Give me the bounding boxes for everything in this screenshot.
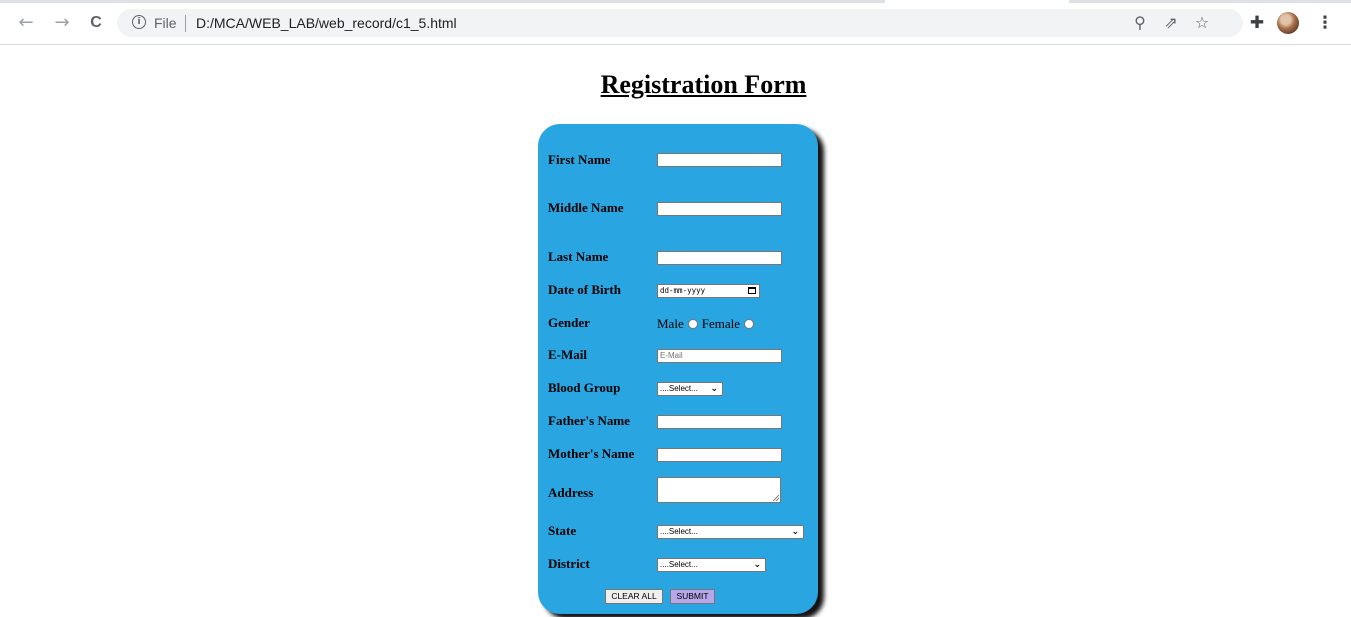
dob-placeholder: dd-mm-yyyy	[660, 286, 706, 295]
district-value: ....Select...	[660, 560, 698, 569]
calendar-icon[interactable]	[748, 287, 756, 294]
first-name-label: First Name	[548, 152, 611, 167]
middle-name-field[interactable]	[657, 202, 782, 216]
gender-label: Gender	[548, 315, 590, 330]
forward-arrow-icon[interactable]: →	[52, 13, 72, 33]
resize-grip-icon[interactable]	[773, 495, 779, 501]
url-text[interactable]: D:/MCA/WEB_LAB/web_record/c1_5.html	[196, 15, 457, 31]
email-placeholder: E-Mail	[660, 351, 683, 360]
blood-group-select[interactable]: ....Select... ⌄	[657, 382, 723, 396]
gender-male-label: Male	[657, 316, 684, 331]
district-select[interactable]: ....Select... ⌄	[657, 558, 766, 572]
page-title: Registration Form	[600, 70, 807, 99]
registration-form: First Name Middle Name Last Name Date of…	[538, 124, 818, 614]
submit-button[interactable]: SUBMIT	[670, 589, 715, 604]
state-label: State	[548, 523, 577, 538]
bookmark-star-icon[interactable]: ☆	[1192, 13, 1212, 33]
state-select[interactable]: ....Select... ⌄	[657, 525, 804, 539]
dob-field[interactable]: dd-mm-yyyy	[657, 284, 760, 298]
father-name-label: Father's Name	[548, 413, 630, 428]
profile-avatar[interactable]	[1277, 12, 1299, 34]
last-name-field[interactable]	[657, 251, 782, 265]
extensions-puzzle-icon[interactable]: ✚	[1246, 12, 1268, 34]
gender-female-radio[interactable]	[743, 319, 754, 330]
gender-options: Male Female	[657, 317, 758, 331]
gender-female-label: Female	[701, 316, 740, 331]
chevron-down-icon: ⌄	[710, 384, 718, 394]
clear-all-button[interactable]: CLEAR ALL	[605, 589, 663, 604]
district-label: District	[548, 556, 590, 571]
last-name-label: Last Name	[548, 249, 609, 264]
zoom-icon[interactable]: ⚲	[1130, 13, 1150, 33]
blood-group-value: ....Select...	[660, 384, 698, 393]
blood-group-label: Blood Group	[548, 380, 621, 395]
reload-icon[interactable]: C	[86, 13, 106, 33]
first-name-field[interactable]	[657, 153, 782, 167]
dob-label: Date of Birth	[548, 282, 621, 297]
chevron-down-icon: ⌄	[791, 527, 799, 537]
tab-strip-left	[0, 0, 885, 3]
back-arrow-icon[interactable]: ←	[16, 13, 36, 33]
url-divider	[185, 15, 186, 32]
gender-male-radio[interactable]	[687, 319, 698, 330]
state-value: ....Select...	[660, 527, 698, 536]
email-field[interactable]: E-Mail	[657, 349, 782, 363]
menu-kebab-icon[interactable]: ⋮	[1314, 12, 1336, 34]
mother-name-field[interactable]	[657, 448, 782, 462]
address-bar[interactable]: i File D:/MCA/WEB_LAB/web_record/c1_5.ht…	[117, 9, 1243, 37]
email-label: E-Mail	[548, 347, 587, 362]
father-name-field[interactable]	[657, 415, 782, 429]
tab-strip-right	[1069, 0, 1351, 3]
address-label: Address	[548, 485, 594, 500]
address-field[interactable]	[657, 477, 781, 503]
site-info-icon[interactable]: i	[132, 15, 146, 29]
browser-toolbar: ← → C i File D:/MCA/WEB_LAB/web_record/c…	[0, 0, 1351, 45]
middle-name-label: Middle Name	[548, 200, 624, 215]
mother-name-label: Mother's Name	[548, 446, 635, 461]
url-scheme-label: File	[154, 15, 177, 31]
chevron-down-icon: ⌄	[753, 560, 761, 570]
share-icon[interactable]: ⇗	[1161, 13, 1181, 33]
